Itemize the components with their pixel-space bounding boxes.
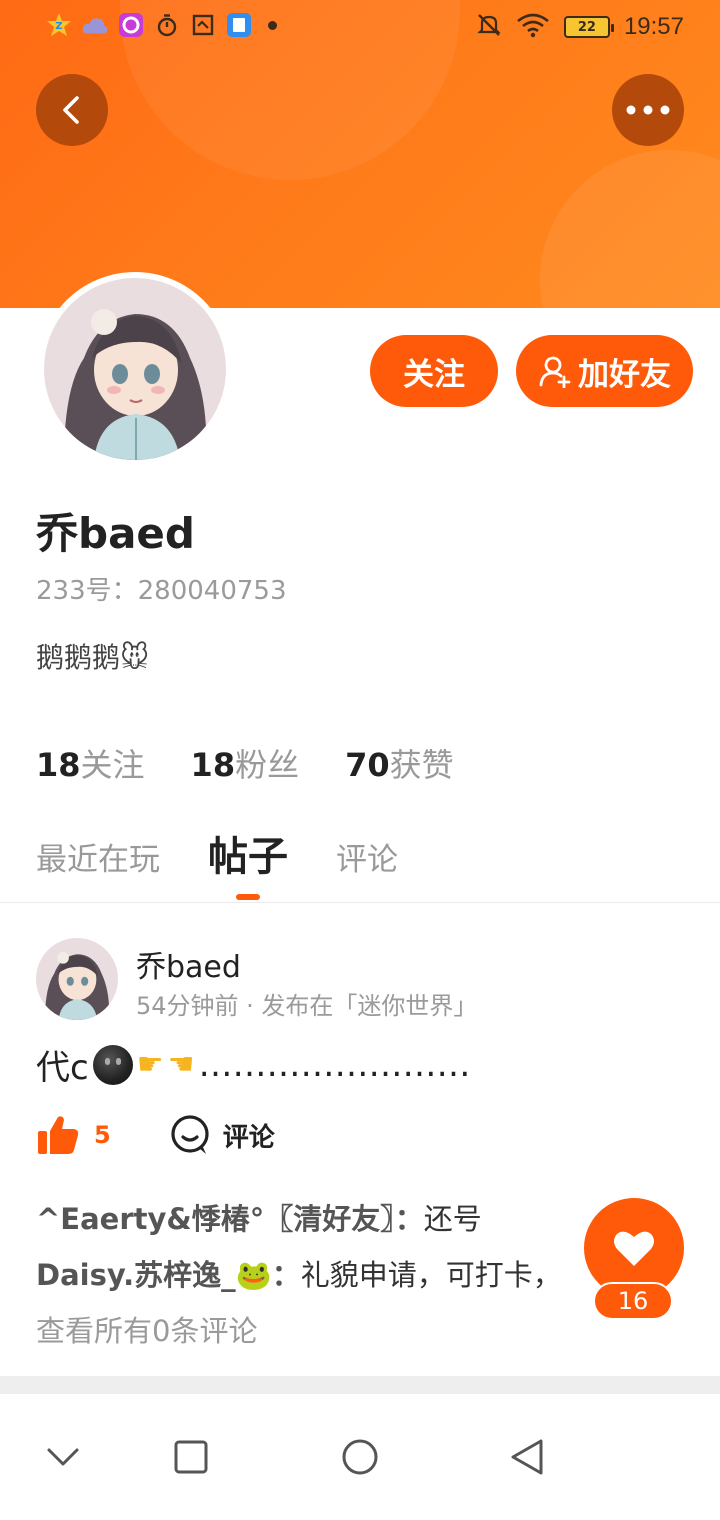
comment-label: 评论: [222, 1122, 275, 1153]
system-nav-bar: [0, 1394, 720, 1520]
profile-avatar[interactable]: [38, 272, 232, 466]
comment-text: 还号: [423, 1202, 482, 1236]
comment-text: 礼貌申请，可打卡，: [300, 1258, 562, 1292]
tab-posts[interactable]: 帖子: [208, 822, 288, 882]
stat-label: 关注: [80, 746, 145, 784]
tab-comments[interactable]: 评论: [336, 822, 398, 879]
stat-count: 70: [345, 746, 390, 784]
svg-text:Z: Z: [55, 21, 62, 32]
comment-user: Daisy.苏梓逸_🐸：: [36, 1258, 301, 1292]
comment-preview[interactable]: Daisy.苏梓逸_🐸：礼貌申请，可打卡，: [36, 1252, 562, 1294]
square-icon: [174, 1440, 208, 1474]
stat-label: 粉丝: [235, 746, 300, 784]
profile-id: 233号：280040753: [36, 576, 287, 606]
more-dots-icon: [626, 105, 670, 115]
post-author-avatar[interactable]: [36, 938, 118, 1020]
battery-icon: 22: [563, 16, 614, 38]
comment-bubble-icon: [171, 1115, 209, 1154]
clock: 19:57: [623, 13, 684, 40]
back-button[interactable]: [36, 74, 108, 146]
cloud-icon: [82, 12, 108, 38]
view-all-comments-link[interactable]: 查看所有0条评论: [36, 1308, 257, 1350]
floating-like-count: 16: [593, 1282, 673, 1320]
post-text-prefix: 代c: [36, 1048, 89, 1088]
post-content[interactable]: 代c ☛ ☚ ……………………: [36, 1040, 471, 1089]
reader-icon: [226, 12, 252, 38]
nav-home-button[interactable]: [335, 1432, 385, 1482]
add-user-icon: [539, 356, 571, 388]
status-bar: Z 22 19:57: [0, 0, 720, 56]
point-right-emoji-icon: ☛: [136, 1047, 164, 1082]
comment-user: ^Eaerty&悸椿°〖清好友〗：: [36, 1202, 424, 1236]
heart-icon: [614, 1231, 654, 1266]
tab-recent-games[interactable]: 最近在玩: [36, 822, 160, 879]
post-meta: 54分钟前 · 发布在「迷你世界」: [136, 992, 478, 1020]
point-left-emoji-icon: ☚: [167, 1047, 195, 1082]
post-author-name[interactable]: 乔baed: [136, 942, 241, 986]
chevron-left-icon: [63, 96, 79, 124]
nav-recents-button[interactable]: [166, 1432, 216, 1482]
banner-decoration: [540, 150, 720, 308]
battery-level: 22: [577, 19, 596, 35]
profile-bio: 鹅鹅鹅🐭: [36, 641, 150, 674]
follow-label: 关注: [403, 356, 465, 393]
screenshot-icon: [190, 12, 216, 38]
stat-likes[interactable]: 70获赞: [345, 740, 454, 786]
more-button[interactable]: [612, 74, 684, 146]
circle-icon: [342, 1439, 378, 1475]
post-actions: 5 评论: [36, 1114, 275, 1156]
follow-button[interactable]: 关注: [370, 335, 498, 407]
thumbs-up-icon: [38, 1116, 79, 1154]
comment-button[interactable]: 评论: [169, 1114, 275, 1156]
profile-username: 乔baed: [36, 509, 195, 558]
stat-count: 18: [36, 746, 81, 784]
like-count: 5: [94, 1121, 111, 1149]
app-z-icon: Z: [46, 12, 72, 38]
nav-back-button[interactable]: [502, 1432, 552, 1482]
timer-icon: [154, 12, 180, 38]
post-text-suffix: ……………………: [198, 1044, 471, 1085]
profile-tabs: 最近在玩 帖子 评论: [36, 822, 398, 902]
wifi-icon: [516, 12, 550, 42]
like-button[interactable]: 5: [36, 1114, 111, 1156]
triangle-back-icon: [511, 1439, 543, 1475]
add-friend-label: 加好友: [578, 356, 671, 393]
add-friend-button[interactable]: 加好友: [516, 335, 693, 407]
nav-collapse-button[interactable]: [38, 1432, 88, 1482]
stat-followers[interactable]: 18粉丝: [191, 740, 300, 786]
divider: [0, 902, 720, 903]
section-separator: [0, 1376, 720, 1394]
dark-face-emoji-icon: [92, 1044, 133, 1085]
comment-preview[interactable]: ^Eaerty&悸椿°〖清好友〗：还号: [36, 1196, 482, 1238]
notification-dot-icon: [268, 20, 277, 30]
profile-stats: 18关注 18粉丝 70获赞: [36, 740, 454, 786]
stat-label: 获赞: [389, 746, 454, 784]
mute-icon: [476, 12, 502, 42]
chevron-down-icon: [47, 1448, 79, 1466]
stat-following[interactable]: 18关注: [36, 740, 145, 786]
music-app-icon: [118, 12, 144, 38]
stat-count: 18: [190, 746, 236, 784]
